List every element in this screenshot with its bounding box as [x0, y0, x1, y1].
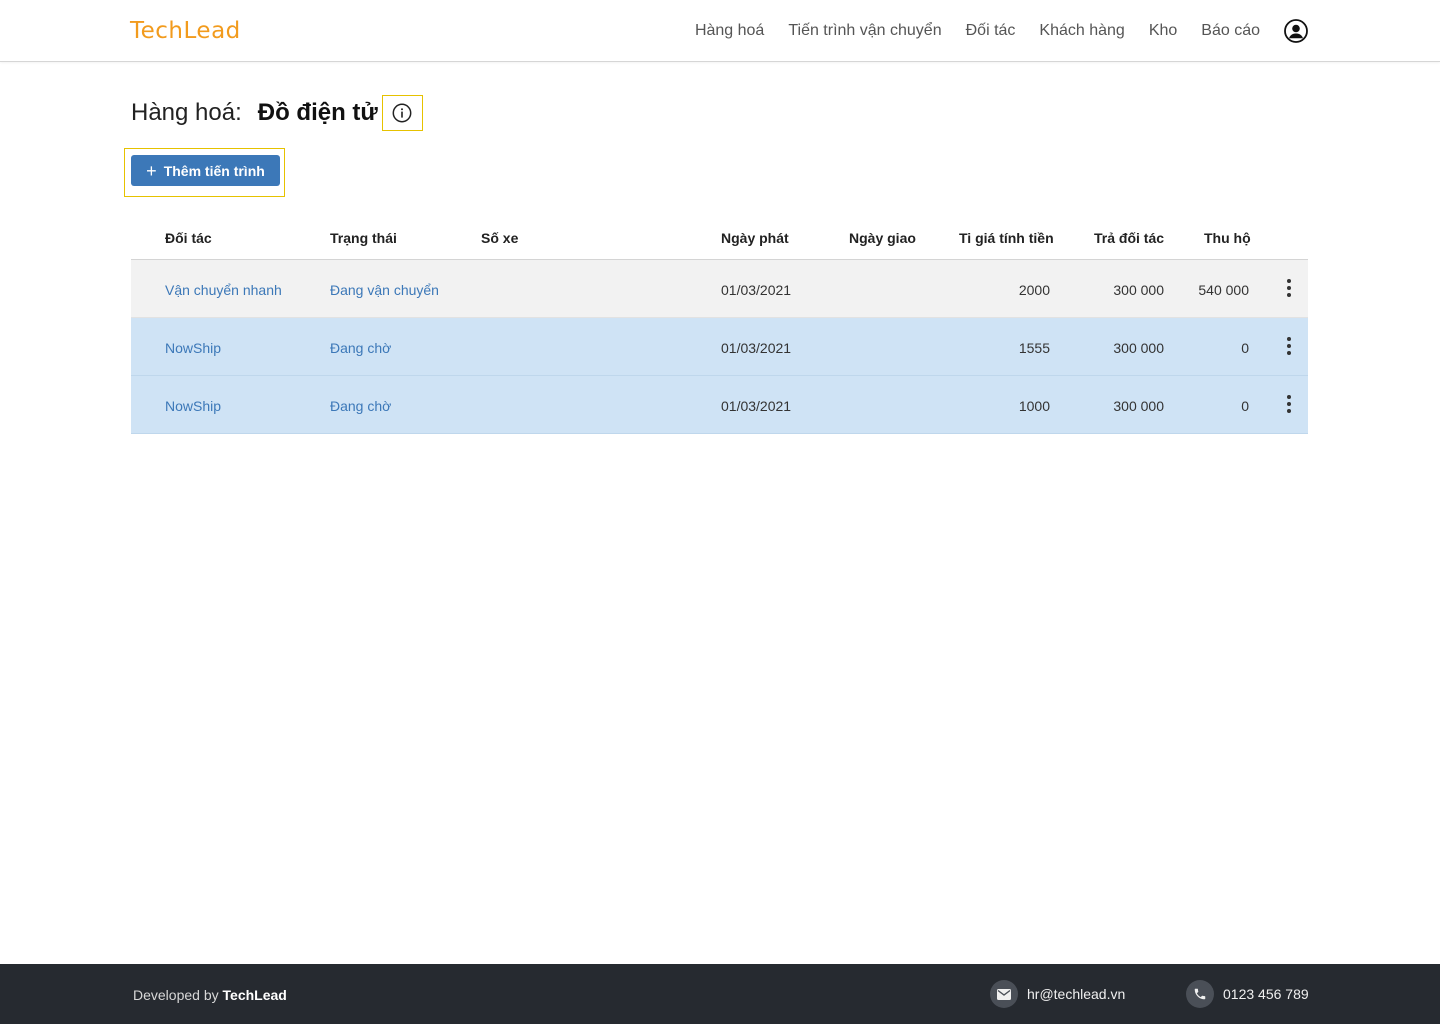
col-plate[interactable]: Số xe	[481, 230, 518, 246]
cell-ship-date: 01/03/2021	[721, 398, 792, 414]
cell-cod: 0	[1241, 340, 1249, 356]
info-icon	[392, 103, 412, 123]
cell-status[interactable]: Đang chờ	[330, 398, 391, 414]
cell-status[interactable]: Đang vận chuyển	[330, 282, 439, 298]
cell-pay-partner: 300 000	[1113, 282, 1164, 298]
cell-status[interactable]: Đang chờ	[330, 340, 391, 356]
cell-partner[interactable]: Vận chuyển nhanh	[165, 282, 282, 298]
user-account-icon[interactable]	[1284, 19, 1308, 43]
col-ship-date[interactable]: Ngày phát	[721, 230, 789, 246]
cell-ship-date: 01/03/2021	[721, 340, 792, 356]
footer-phone-text[interactable]: 0123 456 789	[1223, 986, 1309, 1002]
cell-pay-partner: 300 000	[1113, 340, 1164, 356]
mail-icon	[990, 980, 1018, 1008]
add-process-button[interactable]: + Thêm tiến trình	[131, 155, 280, 186]
page-title-label: Hàng hoá:	[131, 99, 242, 126]
col-rate[interactable]: Ti giá tính tiền	[959, 230, 1054, 246]
footer-phone[interactable]: 0123 456 789	[1186, 980, 1309, 1008]
table-row[interactable]: Vận chuyển nhanh Đang vận chuyển 01/03/2…	[131, 260, 1308, 318]
cell-pay-partner: 300 000	[1113, 398, 1164, 414]
col-status[interactable]: Trạng thái	[330, 230, 397, 246]
col-partner[interactable]: Đối tác	[165, 230, 212, 246]
page-title: Hàng hoá: Đồ điện tử	[131, 95, 423, 131]
page-footer: Developed by TechLead hr@techlead.vn 012…	[0, 964, 1440, 1024]
info-button[interactable]	[381, 95, 423, 131]
shipping-process-table: Đối tác Trạng thái Số xe Ngày phát Ngày …	[131, 218, 1308, 434]
footer-email[interactable]: hr@techlead.vn	[990, 980, 1125, 1008]
developed-by-label: Developed by	[133, 987, 219, 1003]
cell-rate: 1555	[1018, 340, 1050, 356]
nav-item-customers[interactable]: Khách hàng	[1039, 22, 1124, 40]
nav-item-partners[interactable]: Đối tác	[966, 22, 1016, 40]
top-navbar: TechLead Hàng hoá Tiến trình vận chuyển …	[0, 0, 1440, 62]
col-cod[interactable]: Thu hộ	[1204, 230, 1251, 246]
main-nav: Hàng hoá Tiến trình vận chuyển Đối tác K…	[695, 0, 1308, 62]
footer-email-text[interactable]: hr@techlead.vn	[1027, 986, 1125, 1002]
table-row[interactable]: NowShip Đang chờ 01/03/2021 1555 300 000…	[131, 318, 1308, 376]
techlead-logo[interactable]: TechLead	[130, 16, 241, 46]
table-row[interactable]: NowShip Đang chờ 01/03/2021 1000 300 000…	[131, 376, 1308, 434]
cell-cod: 0	[1241, 398, 1249, 414]
row-menu-icon[interactable]	[1281, 334, 1297, 358]
row-menu-icon[interactable]	[1281, 276, 1297, 300]
footer-brand: TechLead	[222, 987, 287, 1003]
col-pay-partner[interactable]: Trả đối tác	[1094, 230, 1164, 246]
cell-ship-date: 01/03/2021	[721, 282, 792, 298]
add-process-highlight: + Thêm tiến trình	[124, 148, 285, 197]
nav-item-goods[interactable]: Hàng hoá	[695, 22, 764, 40]
cell-partner[interactable]: NowShip	[165, 340, 221, 356]
table-header: Đối tác Trạng thái Số xe Ngày phát Ngày …	[131, 218, 1308, 260]
col-delivery-date[interactable]: Ngày giao	[849, 230, 916, 246]
page-title-value: Đồ điện tử	[257, 99, 378, 126]
phone-icon	[1186, 980, 1214, 1008]
nav-item-reports[interactable]: Báo cáo	[1201, 22, 1260, 40]
plus-icon: +	[146, 160, 157, 181]
cell-cod: 540 000	[1198, 282, 1249, 298]
cell-rate: 2000	[1018, 282, 1050, 298]
developed-by: Developed by TechLead	[133, 987, 287, 1003]
nav-item-shipping-process[interactable]: Tiến trình vận chuyển	[788, 22, 941, 40]
cell-rate: 1000	[1018, 398, 1050, 414]
cell-partner[interactable]: NowShip	[165, 398, 221, 414]
nav-item-warehouse[interactable]: Kho	[1149, 22, 1177, 40]
add-process-label: Thêm tiến trình	[163, 162, 265, 179]
row-menu-icon[interactable]	[1281, 392, 1297, 416]
